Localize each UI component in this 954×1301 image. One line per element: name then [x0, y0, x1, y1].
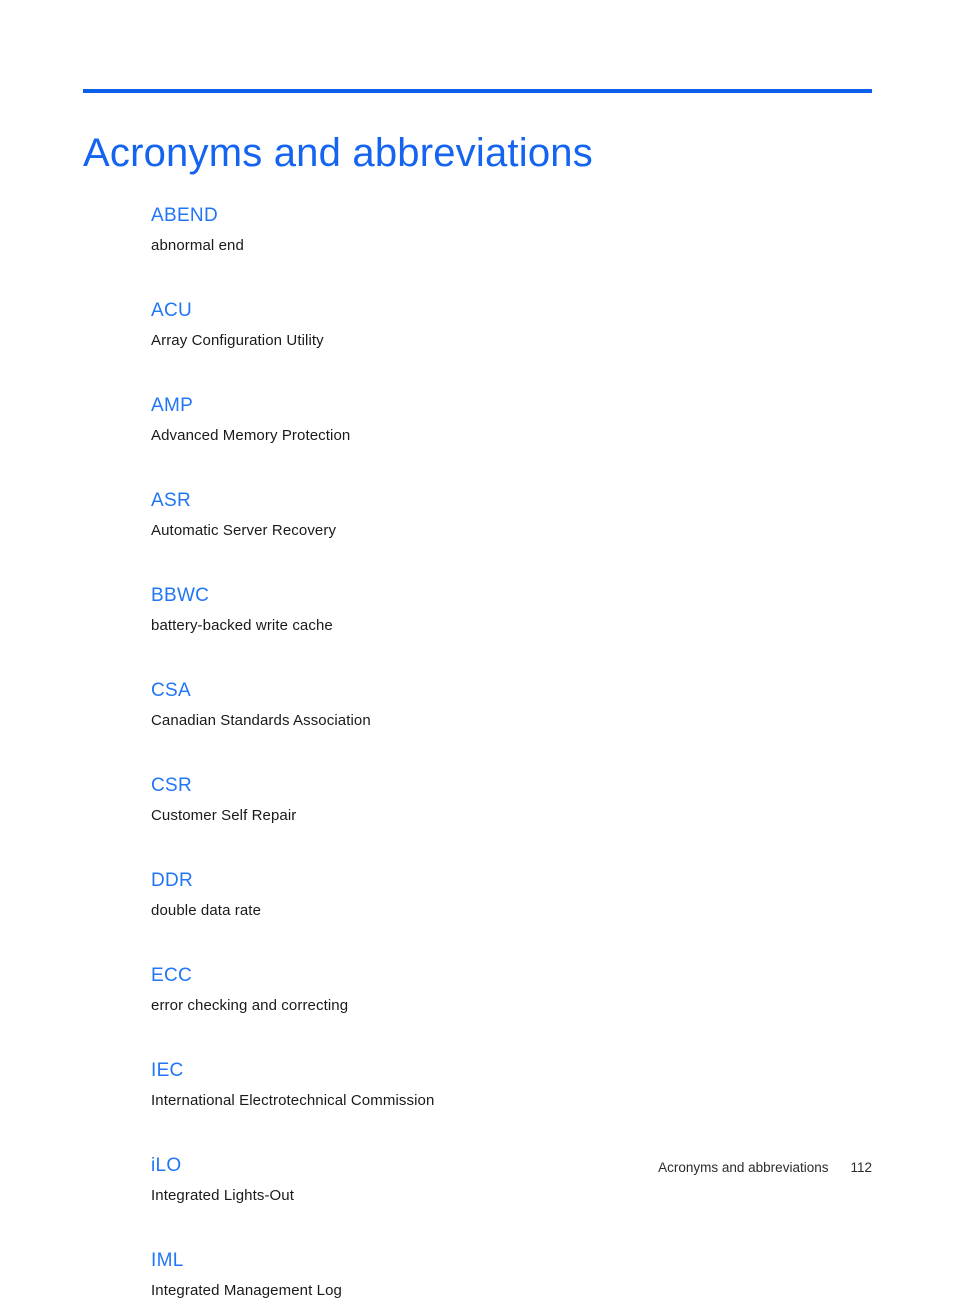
glossary-entry: CSR Customer Self Repair: [151, 774, 872, 826]
glossary-entry: ASR Automatic Server Recovery: [151, 489, 872, 541]
glossary-definition: battery-backed write cache: [151, 617, 333, 634]
glossary-definition: Customer Self Repair: [151, 807, 297, 824]
header-accent-rule: [83, 89, 872, 93]
glossary-term: DDR: [151, 870, 194, 891]
glossary-definition: double data rate: [151, 902, 262, 919]
glossary-entry: BBWC battery-backed write cache: [151, 584, 872, 636]
page-footer: Acronyms and abbreviations 112: [83, 1158, 872, 1178]
glossary-entry: ACU Array Configuration Utility: [151, 299, 872, 351]
glossary-definition: Automatic Server Recovery: [151, 522, 337, 539]
glossary-term: ASR: [151, 490, 191, 511]
glossary-entry: DDR double data rate: [151, 869, 872, 921]
glossary-definition: International Electrotechnical Commissio…: [151, 1092, 435, 1109]
glossary-term: CSA: [151, 680, 191, 701]
glossary-term: ACU: [151, 300, 193, 321]
glossary-term: CSR: [151, 775, 193, 796]
glossary-term: ECC: [151, 965, 193, 986]
glossary-term: IML: [151, 1250, 184, 1271]
glossary-entry: ABEND abnormal end: [151, 204, 872, 256]
glossary-term: IEC: [151, 1060, 184, 1081]
glossary-entry: ECC error checking and correcting: [151, 964, 872, 1016]
glossary-definition: error checking and correcting: [151, 997, 349, 1014]
glossary-entry: IML Integrated Management Log: [151, 1249, 872, 1301]
glossary-entry: CSA Canadian Standards Association: [151, 679, 872, 731]
glossary-list: ABEND abnormal end ACU Array Configuration …: [151, 204, 872, 1301]
glossary-entry: AMP Advanced Memory Protection: [151, 394, 872, 446]
glossary-term: ABEND: [151, 205, 218, 226]
glossary-entry: IEC International Electrotechnical Commis…: [151, 1059, 872, 1111]
glossary-definition: Integrated Management Log: [151, 1282, 342, 1299]
glossary-definition: Array Configuration Utility: [151, 332, 324, 349]
glossary-definition: Integrated Lights-Out: [151, 1187, 295, 1204]
page-title: Acronyms and abbreviations: [83, 130, 593, 175]
footer-page-number: 112: [850, 1160, 872, 1175]
glossary-term: AMP: [151, 395, 194, 416]
glossary-definition: Advanced Memory Protection: [151, 427, 351, 444]
footer-section-label: Acronyms and abbreviations: [658, 1160, 829, 1175]
document-page: Acronyms and abbreviations ABEND abnormal…: [0, 0, 954, 1299]
glossary-definition: abnormal end: [151, 237, 244, 254]
glossary-definition: Canadian Standards Association: [151, 712, 371, 729]
glossary-term: BBWC: [151, 585, 210, 606]
